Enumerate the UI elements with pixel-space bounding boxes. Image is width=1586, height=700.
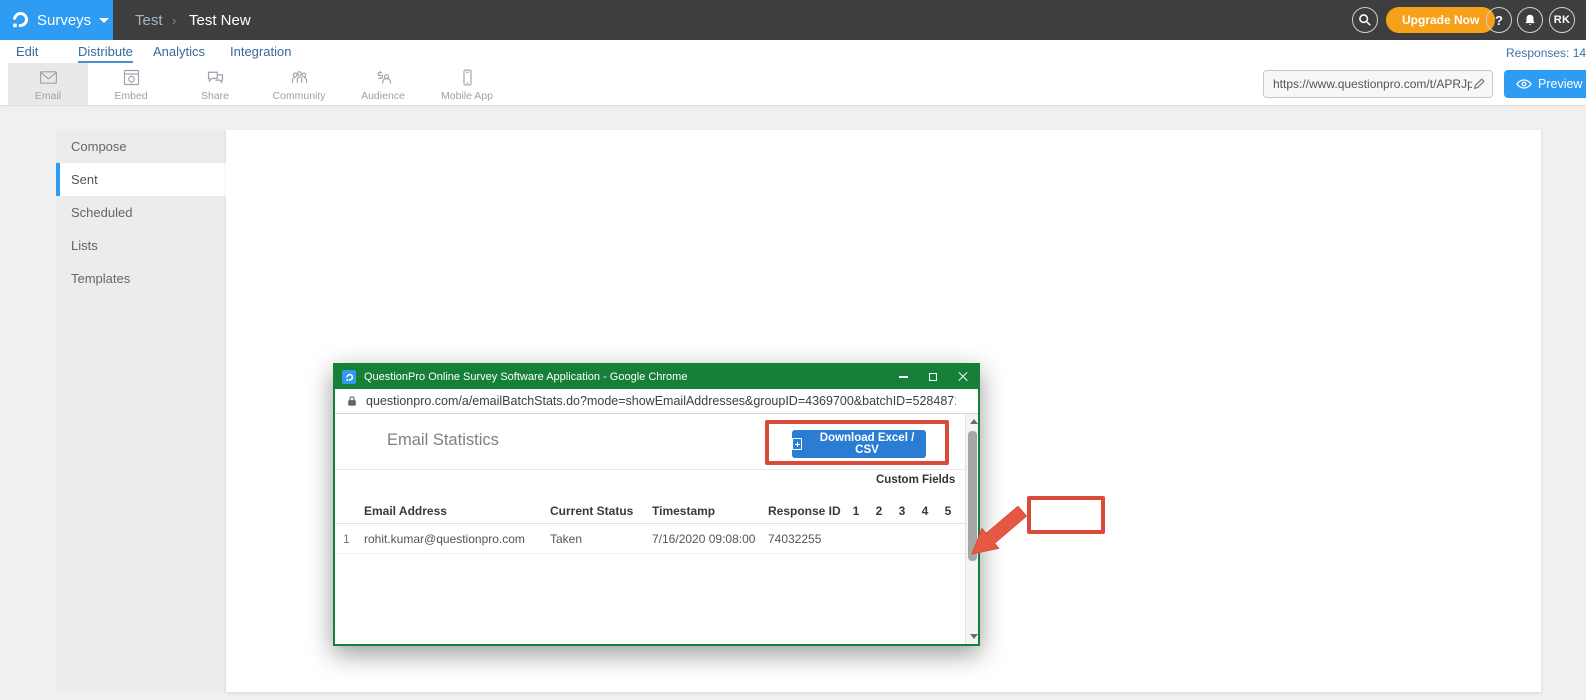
col-custom-5: 5	[941, 498, 955, 524]
app-root: Surveys Test › Test New Upgrade Now ? RK…	[0, 0, 1586, 700]
address-bar-url: questionpro.com/a/emailBatchStats.do?mod…	[366, 394, 956, 408]
survey-nav: Edit Distribute Analytics Integration Re…	[0, 40, 1586, 63]
minimize-button[interactable]	[888, 365, 918, 389]
col-response-id: Response ID	[768, 498, 841, 524]
search-icon	[1358, 13, 1372, 27]
sidebar-item-label: Scheduled	[71, 205, 132, 220]
avatar-initials: RK	[1554, 14, 1571, 26]
maximize-button[interactable]	[918, 365, 948, 389]
product-name: Surveys	[37, 12, 91, 29]
col-custom-2: 2	[872, 498, 886, 524]
toolbar-item-share[interactable]: Share	[175, 63, 255, 105]
preview-label: Preview	[1538, 77, 1582, 91]
email-statistics-heading: Email Statistics	[387, 431, 499, 450]
popup-scrollbar[interactable]	[965, 414, 978, 644]
tab-edit[interactable]: Edit	[16, 44, 38, 61]
maximize-icon	[929, 373, 937, 381]
row-status: Taken	[550, 524, 582, 554]
row-response-id: 74032255	[768, 524, 821, 554]
sidebar-item-label: Compose	[71, 139, 127, 154]
sidebar-item-templates[interactable]: Templates	[56, 262, 226, 295]
email-icon	[38, 67, 59, 88]
col-current-status: Current Status	[550, 498, 633, 524]
col-timestamp: Timestamp	[652, 498, 715, 524]
toolbar-item-mobile-app[interactable]: Mobile App	[427, 63, 507, 105]
col-email-address: Email Address	[364, 498, 447, 524]
user-avatar[interactable]: RK	[1549, 7, 1575, 33]
responses-count[interactable]: Responses: 14	[1506, 46, 1586, 60]
row-email: rohit.kumar@questionpro.com	[364, 524, 525, 554]
divider	[335, 469, 968, 470]
scroll-up-icon[interactable]	[970, 419, 978, 424]
search-button[interactable]	[1352, 7, 1378, 33]
excel-file-icon	[792, 438, 802, 450]
toolbar-item-embed[interactable]: Embed	[91, 63, 171, 105]
email-statistics-window: QuestionPro Online Survey Software Appli…	[333, 363, 980, 646]
sidebar-item-label: Lists	[71, 238, 98, 253]
toolbar-item-label: Email	[35, 90, 61, 102]
toolbar-item-label: Share	[201, 90, 229, 102]
tab-distribute[interactable]: Distribute	[78, 44, 133, 63]
preview-button[interactable]: Preview	[1504, 70, 1586, 98]
toolbar-item-label: Embed	[114, 90, 147, 102]
toolbar-item-label: Community	[272, 90, 325, 102]
survey-url-field[interactable]: https://www.questionpro.com/t/APRJpZiCB	[1263, 70, 1493, 98]
download-excel-csv-button[interactable]: Download Excel / CSV	[792, 430, 926, 458]
toolbar-item-email[interactable]: Email	[8, 63, 88, 105]
share-icon	[205, 67, 226, 88]
col-custom-3: 3	[895, 498, 909, 524]
window-titlebar[interactable]: QuestionPro Online Survey Software Appli…	[335, 365, 978, 389]
survey-url-text: https://www.questionpro.com/t/APRJpZiCB	[1273, 77, 1472, 91]
surveys-menu[interactable]: Surveys	[0, 0, 113, 40]
window-title: QuestionPro Online Survey Software Appli…	[364, 371, 888, 383]
close-icon	[958, 372, 968, 382]
favicon-questionpro	[342, 370, 356, 384]
lock-icon	[347, 395, 357, 407]
sidebar-item-label: Templates	[71, 271, 130, 286]
sidebar-item-compose[interactable]: Compose	[56, 130, 226, 163]
tab-integration[interactable]: Integration	[230, 44, 291, 61]
sidebar-item-sent[interactable]: Sent	[56, 163, 226, 196]
breadcrumb-separator: ›	[172, 0, 176, 40]
distribute-toolbar: Email Embed Share Community Audience Mob…	[0, 63, 1586, 106]
embed-icon	[121, 67, 142, 88]
mobile-app-icon	[457, 67, 478, 88]
community-icon	[289, 67, 310, 88]
sidebar-item-lists[interactable]: Lists	[56, 229, 226, 262]
breadcrumb-parent[interactable]: Test	[135, 0, 163, 40]
row-timestamp: 7/16/2020 09:08:00	[652, 524, 755, 554]
close-button[interactable]	[948, 365, 978, 389]
chevron-down-icon	[99, 18, 109, 23]
stats-table-row: 1 rohit.kumar@questionpro.com Taken 7/16…	[335, 524, 968, 554]
toolbar-item-label: Mobile App	[441, 90, 493, 102]
stats-table-header: Email Address Current Status Timestamp R…	[335, 498, 968, 524]
custom-fields-label: Custom Fields	[876, 474, 955, 486]
help-button[interactable]: ?	[1486, 7, 1512, 33]
col-custom-4: 4	[918, 498, 932, 524]
scroll-down-icon[interactable]	[970, 634, 978, 639]
col-custom-1: 1	[849, 498, 863, 524]
questionpro-logo-icon	[10, 10, 30, 30]
eye-icon	[1516, 78, 1532, 90]
notifications-button[interactable]	[1517, 7, 1543, 33]
breadcrumb-current: Test New	[189, 0, 251, 40]
help-icon: ?	[1495, 13, 1503, 28]
toolbar-item-label: Audience	[361, 90, 405, 102]
sidebar-item-label: Sent	[71, 172, 98, 187]
scrollbar-thumb[interactable]	[968, 431, 977, 561]
email-sidebar: Compose Sent Scheduled Lists Templates	[56, 130, 226, 692]
edit-url-icon[interactable]	[1472, 77, 1486, 91]
address-bar[interactable]: questionpro.com/a/emailBatchStats.do?mod…	[335, 389, 978, 414]
minimize-icon	[899, 376, 908, 378]
toolbar-item-audience[interactable]: Audience	[343, 63, 423, 105]
download-label: Download Excel / CSV	[808, 432, 926, 456]
tab-analytics[interactable]: Analytics	[153, 44, 205, 61]
bell-icon	[1523, 13, 1537, 27]
upgrade-now-button[interactable]: Upgrade Now	[1386, 7, 1495, 33]
audience-icon	[373, 67, 394, 88]
sidebar-item-scheduled[interactable]: Scheduled	[56, 196, 226, 229]
top-header: Surveys Test › Test New Upgrade Now ? RK	[0, 0, 1586, 40]
toolbar-item-community[interactable]: Community	[259, 63, 339, 105]
row-index: 1	[343, 524, 359, 554]
